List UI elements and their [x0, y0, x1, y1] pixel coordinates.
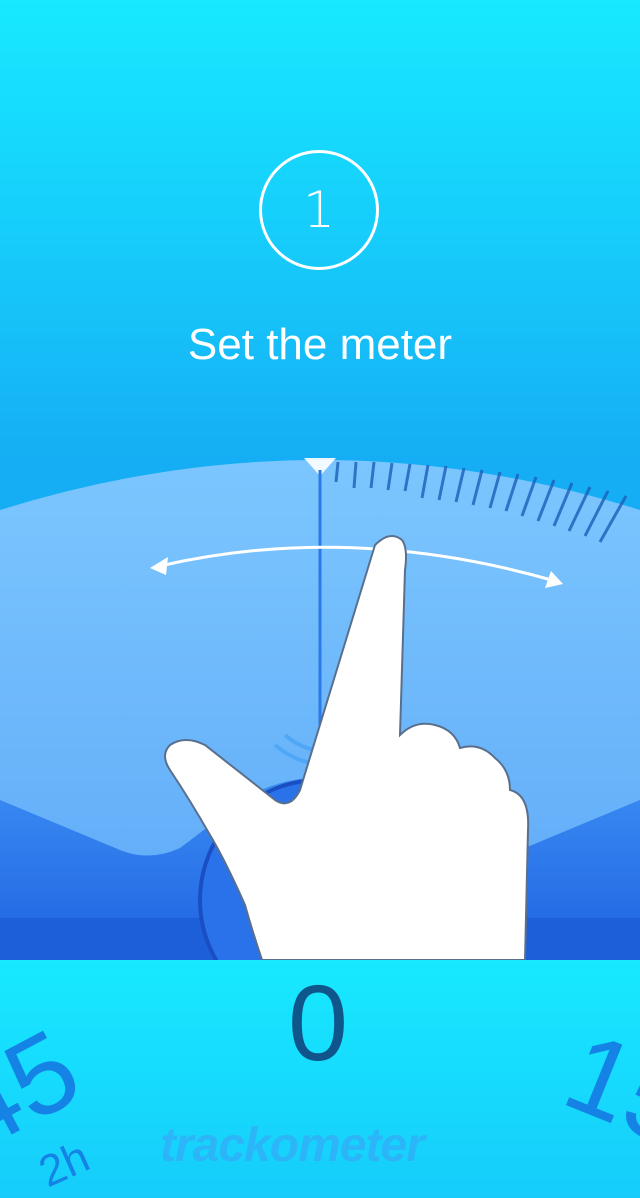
- dial-current-value: 0: [288, 962, 349, 1083]
- step-number: 1: [303, 181, 335, 239]
- dial-graphic: [0, 458, 640, 960]
- step-number-circle: 1: [259, 150, 379, 270]
- meter-dial[interactable]: 0 45 2h 15 trackometer: [0, 450, 640, 1197]
- dial-right-value: 15: [549, 1008, 640, 1171]
- step-title: Set the meter: [187, 320, 453, 369]
- trackometer-logo: trackometer: [160, 1119, 425, 1172]
